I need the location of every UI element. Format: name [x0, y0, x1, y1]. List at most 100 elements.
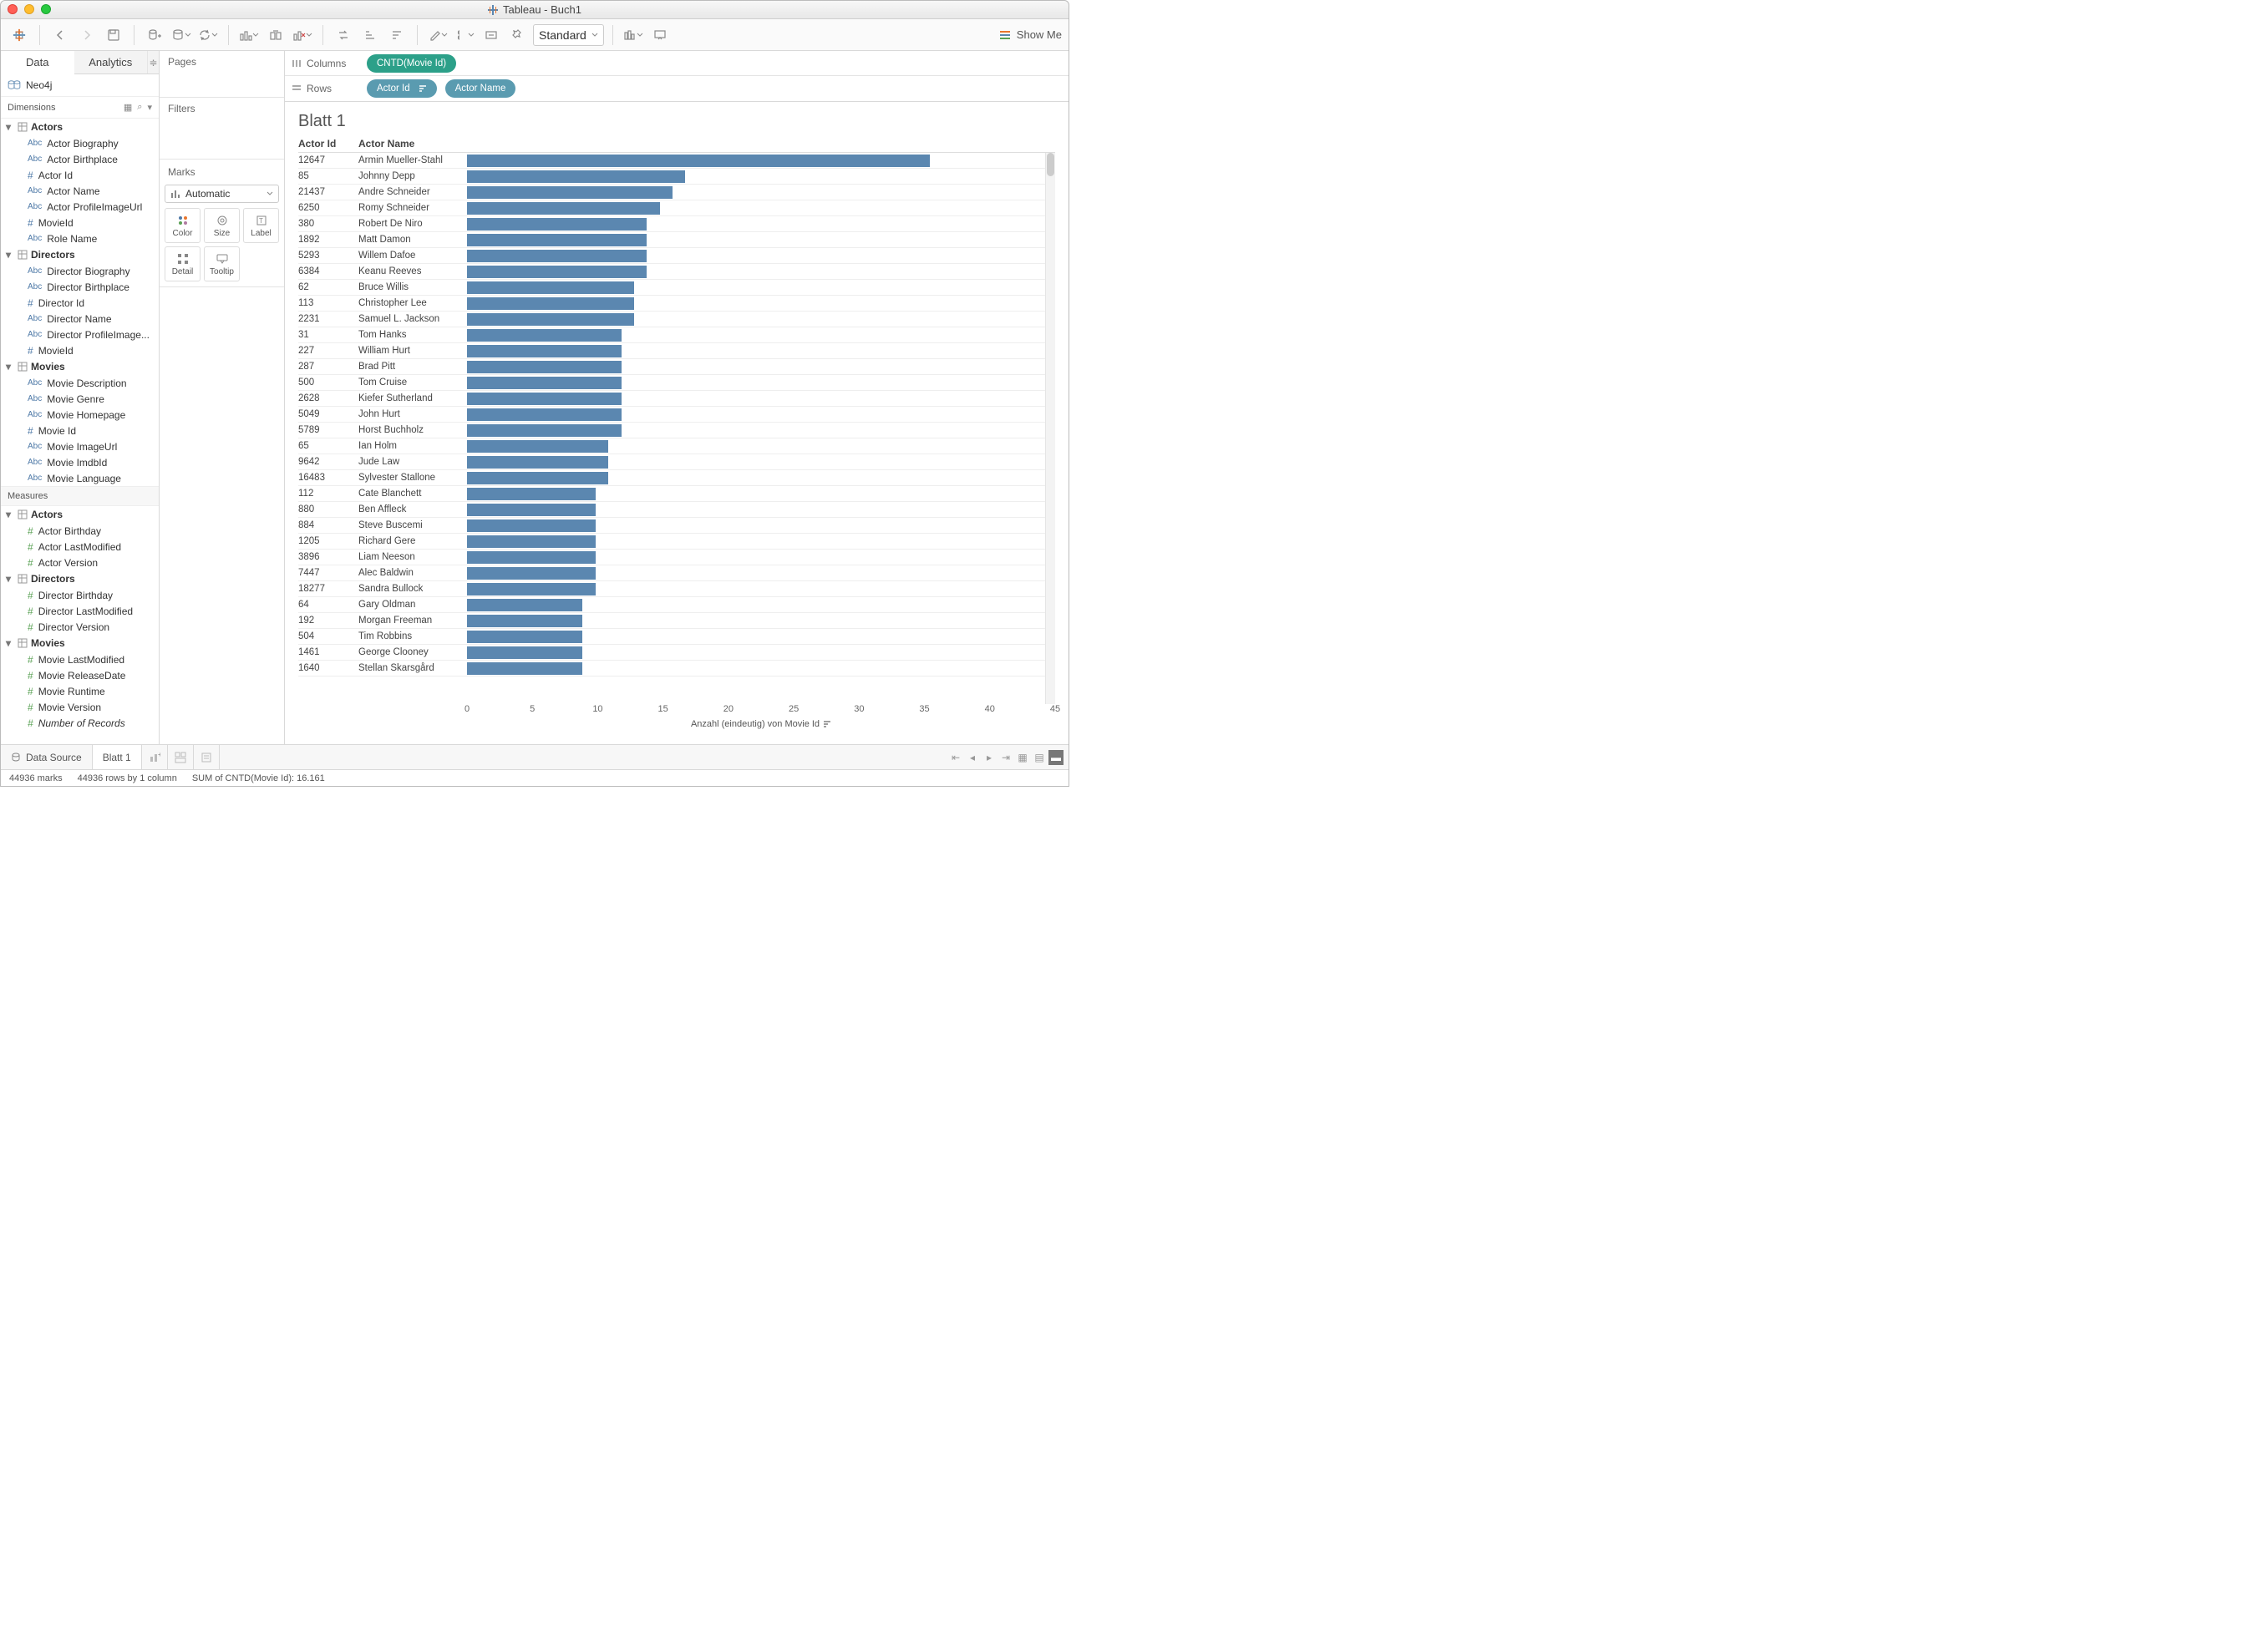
bar-row[interactable] [467, 296, 1045, 312]
bar-row[interactable] [467, 264, 1045, 280]
last-sheet-button[interactable]: ⇥ [998, 750, 1013, 765]
bar-row[interactable] [467, 423, 1045, 438]
table-row[interactable]: 1640Stellan Skarsgård [298, 661, 467, 677]
maximize-window-button[interactable] [41, 4, 51, 14]
auto-update-button[interactable] [196, 23, 220, 47]
table-row[interactable]: 192Morgan Freeman [298, 613, 467, 629]
mark-tooltip[interactable]: Tooltip [204, 246, 240, 281]
table-row[interactable]: 7447Alec Baldwin [298, 565, 467, 581]
first-sheet-button[interactable]: ⇤ [948, 750, 963, 765]
pin-button[interactable] [506, 23, 530, 47]
tree-item[interactable]: #Movie Version [1, 699, 159, 715]
bar-row[interactable] [467, 375, 1045, 391]
forward-button[interactable] [75, 23, 99, 47]
tree-item[interactable]: AbcMovie Description [1, 375, 159, 391]
table-row[interactable]: 500Tom Cruise [298, 375, 467, 391]
tree-item[interactable]: AbcActor ProfileImageUrl [1, 199, 159, 215]
tab-data[interactable]: Data [1, 51, 74, 73]
rows-pill-actor-id[interactable]: Actor Id [367, 79, 437, 98]
mark-color[interactable]: Color [165, 208, 201, 243]
vertical-scrollbar[interactable] [1045, 153, 1055, 704]
duplicate-sheet-button[interactable] [264, 23, 287, 47]
x-axis-label[interactable]: Anzahl (eindeutig) von Movie Id [691, 719, 820, 729]
filters-shelf[interactable]: Filters [168, 103, 276, 114]
table-row[interactable]: 65Ian Holm [298, 438, 467, 454]
tree-item[interactable]: AbcMovie Homepage [1, 407, 159, 423]
bar-row[interactable] [467, 343, 1045, 359]
bar-row[interactable] [467, 359, 1045, 375]
bar-row[interactable] [467, 200, 1045, 216]
tree-group[interactable]: ▾ Movies [1, 635, 159, 651]
search-icon[interactable]: ⌕ [137, 102, 142, 113]
datasource-row[interactable]: Neo4j [1, 74, 159, 97]
tree-item[interactable]: AbcMovie ImdbId [1, 454, 159, 470]
bar-row[interactable] [467, 280, 1045, 296]
bar-row[interactable] [467, 470, 1045, 486]
table-row[interactable]: 3896Liam Neeson [298, 550, 467, 565]
tree-group[interactable]: ▾ Directors [1, 570, 159, 587]
show-me-button[interactable]: Show Me [998, 28, 1062, 42]
pages-shelf[interactable]: Pages [168, 56, 276, 68]
sheet-title[interactable]: Blatt 1 [298, 112, 1055, 131]
table-row[interactable]: 9642Jude Law [298, 454, 467, 470]
bar-row[interactable] [467, 454, 1045, 470]
bar-row[interactable] [467, 216, 1045, 232]
bar-row[interactable] [467, 629, 1045, 645]
bar-row[interactable] [467, 391, 1045, 407]
tree-item[interactable]: AbcActor Birthplace [1, 151, 159, 167]
tree-item[interactable]: #Director Version [1, 619, 159, 635]
bar-row[interactable] [467, 312, 1045, 327]
tree-item[interactable]: AbcDirector ProfileImage... [1, 327, 159, 342]
sort-asc-button[interactable] [358, 23, 382, 47]
mark-size[interactable]: Size [204, 208, 240, 243]
table-row[interactable]: 18277Sandra Bullock [298, 581, 467, 597]
show-filmstrip-button[interactable]: ▤ [1032, 750, 1047, 765]
view-icon[interactable]: ▦ [124, 102, 132, 113]
show-sorter-button[interactable]: ▬ [1048, 750, 1064, 765]
mark-detail[interactable]: Detail [165, 246, 201, 281]
tree-item[interactable]: #Movie Runtime [1, 683, 159, 699]
bar-row[interactable] [467, 169, 1045, 185]
rows-pill-actor-name[interactable]: Actor Name [445, 79, 516, 98]
tree-item[interactable]: #Director LastModified [1, 603, 159, 619]
tree-item[interactable]: AbcActor Name [1, 183, 159, 199]
show-tabs-button[interactable]: ▦ [1015, 750, 1030, 765]
tree-item[interactable]: #Actor Id [1, 167, 159, 183]
table-row[interactable]: 31Tom Hanks [298, 327, 467, 343]
sort-desc-button[interactable] [385, 23, 409, 47]
bar-row[interactable] [467, 486, 1045, 502]
table-row[interactable]: 287Brad Pitt [298, 359, 467, 375]
bar-row[interactable] [467, 534, 1045, 550]
tableau-logo[interactable] [8, 23, 31, 47]
presentation-button[interactable] [648, 23, 672, 47]
back-button[interactable] [48, 23, 72, 47]
table-row[interactable]: 16483Sylvester Stallone [298, 470, 467, 486]
tree-item[interactable]: #Actor LastModified [1, 539, 159, 555]
labels-button[interactable] [480, 23, 503, 47]
highlight-button[interactable] [426, 23, 449, 47]
bar-row[interactable] [467, 438, 1045, 454]
table-row[interactable]: 12647Armin Mueller-Stahl [298, 153, 467, 169]
table-row[interactable]: 113Christopher Lee [298, 296, 467, 312]
table-row[interactable]: 112Cate Blanchett [298, 486, 467, 502]
tree-item[interactable]: #Number of Records [1, 715, 159, 731]
column-header-actor-id[interactable]: Actor Id [298, 138, 358, 149]
bar-row[interactable] [467, 550, 1045, 565]
new-story-tab[interactable] [194, 745, 220, 769]
pane-options-caret[interactable]: ▾ [147, 102, 152, 113]
tree-item[interactable]: #MovieId [1, 342, 159, 358]
swap-button[interactable] [332, 23, 355, 47]
tree-group[interactable]: ▾ Actors [1, 119, 159, 135]
tab-data-source[interactable]: Data Source [1, 745, 93, 769]
tree-group[interactable]: ▾ Actors [1, 506, 159, 523]
table-row[interactable]: 380Robert De Niro [298, 216, 467, 232]
new-worksheet-tab[interactable]: + [142, 745, 168, 769]
tree-item[interactable]: AbcDirector Biography [1, 263, 159, 279]
tree-group[interactable]: ▾ Movies [1, 358, 159, 375]
fit-select[interactable]: Standard [533, 24, 604, 46]
table-row[interactable]: 5293Willem Dafoe [298, 248, 467, 264]
tree-item[interactable]: AbcMovie Genre [1, 391, 159, 407]
table-row[interactable]: 1205Richard Gere [298, 534, 467, 550]
tree-item[interactable]: #Actor Birthday [1, 523, 159, 539]
minimize-window-button[interactable] [24, 4, 34, 14]
